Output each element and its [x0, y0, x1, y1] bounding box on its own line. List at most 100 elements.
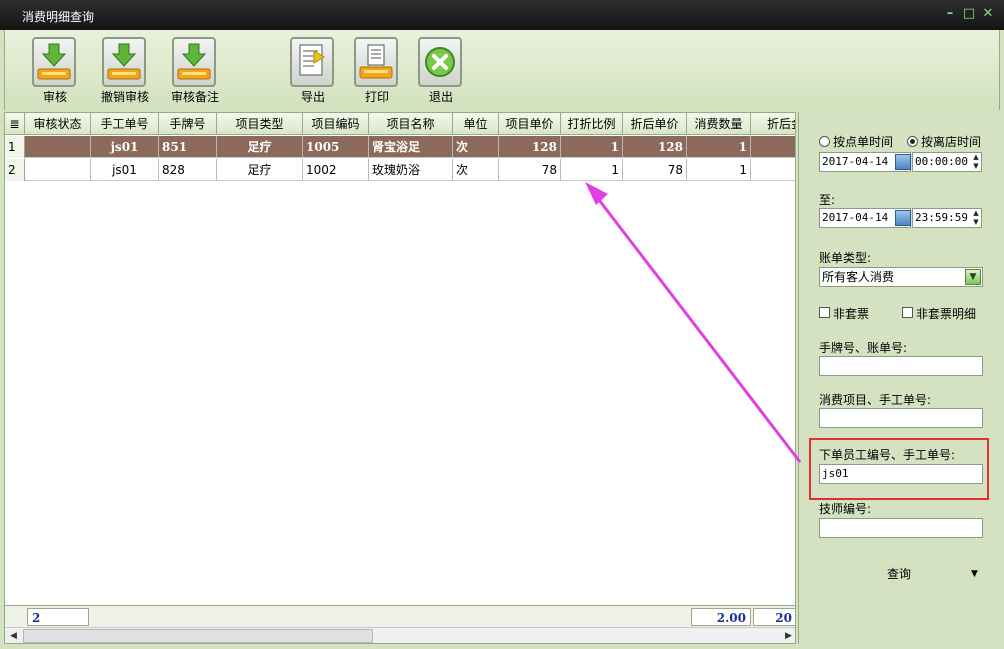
approve-label: 审核 [42, 90, 67, 104]
approve-note-button[interactable]: 审核备注 [165, 36, 225, 106]
spin-icon[interactable]: ▲ ▼ [971, 153, 981, 171]
revoke-approve-icon [102, 37, 146, 87]
horizontal-scrollbar[interactable]: ◀ ▶ [5, 627, 795, 643]
col-header[interactable]: 消费数量 [687, 113, 751, 135]
calendar-icon[interactable] [895, 210, 911, 226]
col-header[interactable]: 手牌号 [159, 113, 217, 135]
row-number: 1 [5, 136, 25, 158]
title-bar: 消费明细查询 – □ ✕ [0, 0, 1004, 30]
col-header[interactable]: 项目类型 [217, 113, 303, 135]
bill-type-select[interactable]: 所有客人消费 ▼ [819, 267, 983, 287]
approve-note-label: 审核备注 [170, 90, 219, 104]
detail-grid[interactable]: ≣ 审核状态 手工单号 手牌号 项目类型 项目编码 项目名称 单位 项目单价 打… [4, 112, 796, 644]
item-order-input[interactable] [819, 408, 983, 428]
cell-card-no: 828 [159, 159, 217, 181]
scroll-thumb[interactable] [23, 629, 373, 643]
bill-type-value: 所有客人消费 [822, 270, 895, 284]
toolbar: 审核 撤销审核 审核备注 导出 打印 退出 [4, 30, 1000, 110]
tech-input[interactable] [819, 518, 983, 538]
cell-unit: 次 [453, 159, 499, 181]
cell-unit-price: 78 [499, 159, 561, 181]
spin-icon[interactable]: ▲ ▼ [971, 209, 981, 227]
col-header[interactable]: 手工单号 [91, 113, 159, 135]
footer-quantity-total: 2.00 [691, 608, 751, 626]
non-package-checkbox[interactable] [819, 307, 830, 318]
bill-type-label: 账单类型: [819, 251, 872, 265]
minimize-button[interactable]: – [943, 6, 957, 22]
cell-discount-rate: 1 [561, 159, 623, 181]
export-button[interactable]: 导出 [283, 36, 343, 106]
item-order-label: 消费项目、手工单号: [819, 393, 932, 407]
col-header[interactable]: 项目单价 [499, 113, 561, 135]
cell-quantity: 1 [687, 136, 751, 158]
approve-note-icon [172, 37, 216, 87]
exit-button[interactable]: 退出 [411, 36, 471, 106]
cell-manual-order: js01 [91, 136, 159, 158]
cell-approve-status [25, 159, 91, 181]
cell-card-no: 851 [159, 136, 217, 158]
maximize-button[interactable]: □ [962, 6, 976, 22]
revoke-approve-button[interactable]: 撤销审核 [95, 36, 155, 106]
cell-approve-status [25, 136, 91, 158]
cell-discount-rate: 1 [561, 136, 623, 158]
col-header[interactable]: 审核状态 [25, 113, 91, 135]
table-row[interactable]: 1 js01 851 足疗 1005 肾宝浴足 次 128 1 128 1 [5, 136, 795, 158]
calendar-icon[interactable] [895, 154, 911, 170]
grid-footer: 2 2.00 20 [5, 605, 795, 627]
footer-amount-total: 20 [753, 608, 795, 626]
chevron-down-icon[interactable]: ▼ [971, 564, 978, 584]
exit-icon [418, 37, 462, 87]
print-icon [354, 37, 398, 87]
card-bill-label: 手牌号、账单号: [819, 341, 908, 355]
tech-label: 技师编号: [819, 502, 872, 516]
cell-quantity: 1 [687, 159, 751, 181]
revoke-approve-label: 撤销审核 [100, 90, 149, 104]
col-header[interactable]: 项目编码 [303, 113, 369, 135]
radio-leave-time-label: 按离店时间 [921, 135, 982, 149]
non-package-label: 非套票 [833, 307, 870, 321]
cell-amount [751, 159, 795, 181]
approve-icon [32, 37, 76, 87]
row-selector-icon[interactable]: ≣ [5, 113, 25, 135]
col-header[interactable]: 打折比例 [561, 113, 623, 135]
table-row[interactable]: 2 js01 828 足疗 1002 玫瑰奶浴 次 78 1 78 1 [5, 159, 795, 181]
export-icon [290, 37, 334, 87]
col-header[interactable]: 折后单价 [623, 113, 687, 135]
cell-manual-order: js01 [91, 159, 159, 181]
close-button[interactable]: ✕ [981, 6, 995, 22]
print-button[interactable]: 打印 [347, 36, 407, 106]
cell-item-type: 足疗 [217, 136, 303, 158]
staff-order-input[interactable]: js01 [819, 464, 983, 484]
footer-count: 2 [27, 608, 89, 626]
query-button[interactable]: 查询 [859, 564, 939, 584]
cell-discount-price: 128 [623, 136, 687, 158]
radio-order-time-label: 按点单时间 [833, 135, 894, 149]
approve-button[interactable]: 审核 [25, 36, 85, 106]
scroll-right-icon[interactable]: ▶ [780, 628, 795, 643]
cell-item-type: 足疗 [217, 159, 303, 181]
radio-leave-time[interactable] [907, 136, 918, 147]
cell-amount [751, 136, 795, 158]
chevron-down-icon[interactable]: ▼ [965, 269, 981, 285]
exit-label: 退出 [428, 90, 453, 104]
grid-header: ≣ 审核状态 手工单号 手牌号 项目类型 项目编码 项目名称 单位 项目单价 打… [5, 113, 795, 135]
non-package-detail-label: 非套票明细 [916, 307, 977, 321]
cell-item-name: 肾宝浴足 [369, 136, 453, 158]
cell-unit: 次 [453, 136, 499, 158]
row-number: 2 [5, 159, 25, 181]
scroll-left-icon[interactable]: ◀ [5, 628, 22, 643]
window-title: 消费明细查询 [22, 10, 95, 24]
cell-item-code: 1005 [303, 136, 369, 158]
col-header[interactable]: 折后金 [751, 113, 795, 135]
cell-unit-price: 128 [499, 136, 561, 158]
col-header[interactable]: 单位 [453, 113, 499, 135]
cell-item-name: 玫瑰奶浴 [369, 159, 453, 181]
radio-order-time[interactable] [819, 136, 830, 147]
filter-panel: 按点单时间 按离店时间 2017-04-14 00:00:00 ▲ ▼ 至: 20… [798, 112, 1000, 644]
to-label: 至: [819, 193, 836, 207]
col-header[interactable]: 项目名称 [369, 113, 453, 135]
non-package-detail-checkbox[interactable] [902, 307, 913, 318]
cell-item-code: 1002 [303, 159, 369, 181]
card-bill-input[interactable] [819, 356, 983, 376]
cell-discount-price: 78 [623, 159, 687, 181]
